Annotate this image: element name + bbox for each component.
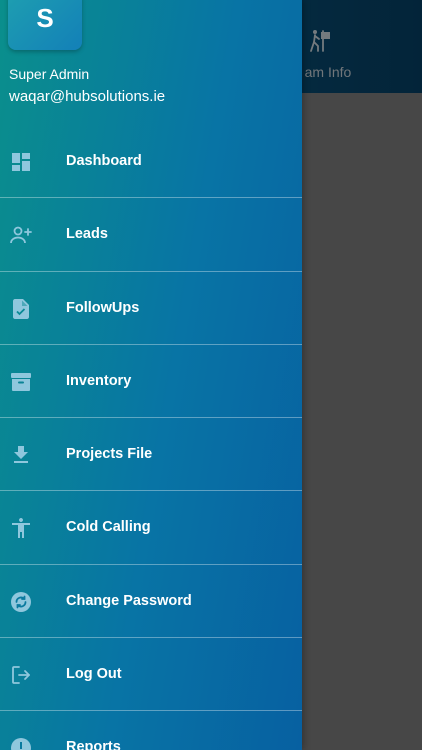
user-name: Super Admin (9, 66, 90, 82)
menu-item-projects-file[interactable]: Projects File (0, 418, 302, 492)
menu-label: FollowUps (66, 299, 140, 316)
menu-item-leads[interactable]: Leads (0, 198, 302, 272)
menu-item-followups[interactable]: FollowUps (0, 272, 302, 345)
menu-item-dashboard[interactable]: Dashboard (0, 125, 302, 199)
menu-item-log-out[interactable]: Log Out (0, 638, 302, 712)
add-person-icon (9, 223, 33, 247)
document-check-icon (9, 297, 33, 321)
menu-label: Cold Calling (66, 519, 151, 536)
menu-label: Leads (66, 226, 108, 243)
download-icon (9, 443, 33, 467)
sync-lock-icon (9, 590, 33, 614)
dashboard-icon (9, 150, 33, 174)
menu-label: Dashboard (66, 153, 142, 169)
avatar[interactable]: S (8, 0, 82, 50)
accessibility-icon (9, 516, 33, 540)
navigation-drawer: S Super Admin waqar@hubsolutions.ie Dash… (0, 0, 302, 750)
menu-label: Inventory (66, 372, 132, 389)
menu-label: Reports (66, 739, 121, 750)
menu-label: Projects File (66, 446, 153, 463)
menu-item-inventory[interactable]: Inventory (0, 345, 302, 419)
menu-item-cold-calling[interactable]: Cold Calling (0, 491, 302, 565)
info-icon (9, 736, 33, 750)
logout-icon (9, 663, 33, 687)
menu-label: Log Out (66, 666, 122, 683)
menu-item-change-password[interactable]: Change Password (0, 565, 302, 639)
drawer-menu: Dashboard Leads FollowUps Inventory Proj (0, 125, 302, 750)
archive-icon (9, 370, 33, 394)
user-email: waqar@hubsolutions.ie (9, 88, 166, 105)
menu-label: Change Password (66, 592, 192, 609)
menu-item-reports[interactable]: Reports (0, 711, 302, 750)
